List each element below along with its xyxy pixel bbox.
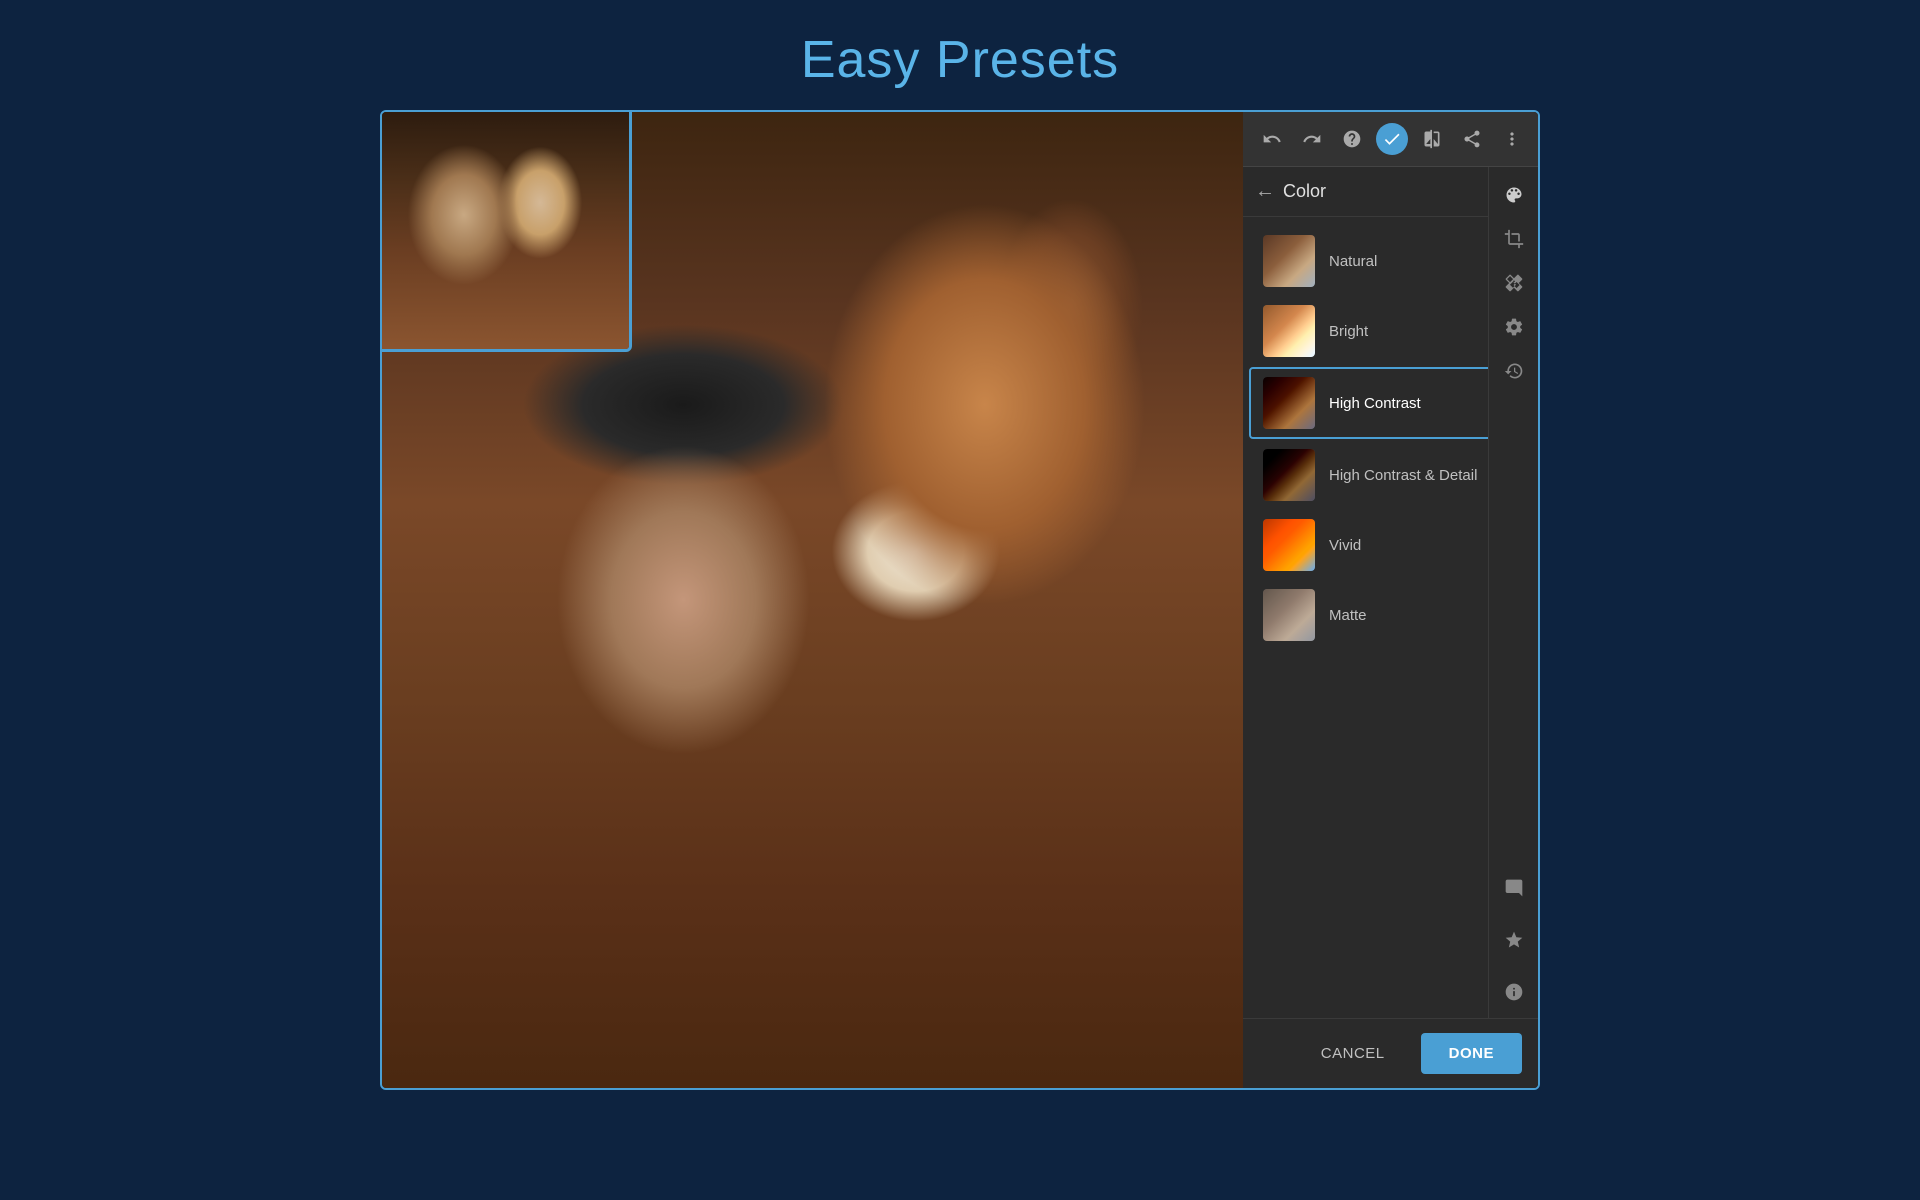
preset-label-bright: Bright bbox=[1329, 323, 1368, 340]
page-title: Easy Presets bbox=[801, 30, 1119, 90]
adjust-icon[interactable] bbox=[1496, 309, 1532, 345]
side-icons-strip bbox=[1488, 167, 1538, 1018]
healing-icon[interactable] bbox=[1496, 265, 1532, 301]
star-icon[interactable] bbox=[1496, 922, 1532, 958]
color-presets-icon[interactable] bbox=[1496, 177, 1532, 213]
cancel-button[interactable]: CANCEL bbox=[1297, 1033, 1409, 1074]
preset-thumbnail-matte bbox=[1263, 589, 1315, 641]
preset-thumbnail-natural bbox=[1263, 235, 1315, 287]
more-options-icon[interactable] bbox=[1496, 123, 1528, 155]
undo-icon[interactable] bbox=[1256, 123, 1288, 155]
preset-thumbnail-bright bbox=[1263, 305, 1315, 357]
right-panel: ← Color Natural bbox=[1243, 112, 1538, 1088]
panel-header-left: ← Color bbox=[1255, 180, 1326, 203]
thumbnail-image bbox=[380, 110, 629, 349]
check-icon[interactable] bbox=[1376, 123, 1408, 155]
preset-label-vivid: Vivid bbox=[1329, 537, 1361, 554]
help-icon[interactable] bbox=[1336, 123, 1368, 155]
preset-thumbnail-high-contrast-detail bbox=[1263, 449, 1315, 501]
main-editor-container: ← Color Natural bbox=[380, 110, 1540, 1090]
history-icon[interactable] bbox=[1496, 353, 1532, 389]
panel-title: Color bbox=[1283, 181, 1326, 202]
share-icon[interactable] bbox=[1456, 123, 1488, 155]
preset-label-natural: Natural bbox=[1329, 253, 1377, 270]
preset-thumbnail-vivid bbox=[1263, 519, 1315, 571]
preset-label-high-contrast: High Contrast bbox=[1329, 395, 1421, 412]
preset-thumbnail-high-contrast bbox=[1263, 377, 1315, 429]
info-icon[interactable] bbox=[1496, 974, 1532, 1010]
preset-label-high-contrast-detail: High Contrast & Detail bbox=[1329, 467, 1477, 484]
redo-icon[interactable] bbox=[1296, 123, 1328, 155]
back-button[interactable]: ← bbox=[1255, 180, 1275, 203]
done-button[interactable]: DONE bbox=[1421, 1033, 1522, 1074]
thumbnail-preview bbox=[380, 110, 632, 352]
top-toolbar bbox=[1243, 112, 1538, 167]
comment-icon[interactable] bbox=[1496, 870, 1532, 906]
crop-icon[interactable] bbox=[1496, 221, 1532, 257]
preset-label-matte: Matte bbox=[1329, 607, 1367, 624]
bottom-bar: CANCEL DONE bbox=[1243, 1018, 1538, 1088]
compare-icon[interactable] bbox=[1416, 123, 1448, 155]
